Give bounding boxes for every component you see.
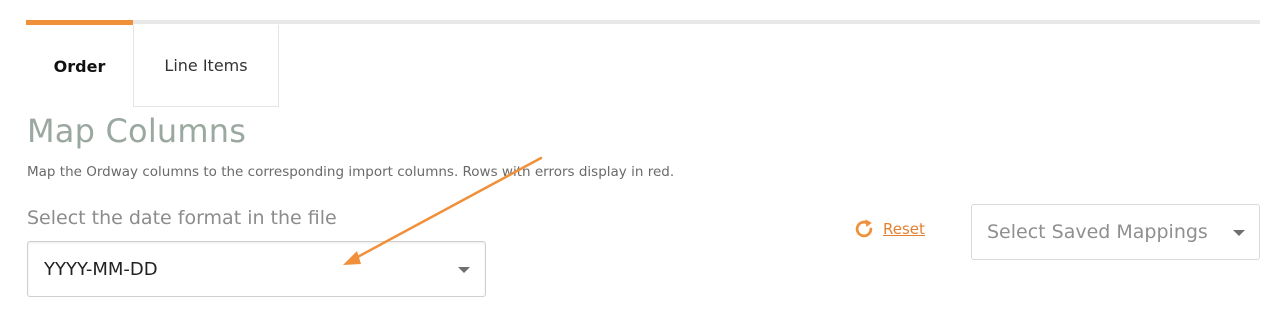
tab-strip-line bbox=[26, 20, 1260, 24]
date-format-label: Select the date format in the file bbox=[27, 207, 337, 229]
page-description: Map the Ordway columns to the correspond… bbox=[27, 164, 675, 180]
date-format-select[interactable]: YYYY-MM-DD bbox=[27, 241, 486, 297]
page-title: Map Columns bbox=[27, 112, 247, 150]
saved-mappings-placeholder: Select Saved Mappings bbox=[987, 221, 1208, 243]
tab-line-items[interactable]: Line Items bbox=[133, 25, 279, 107]
date-format-value: YYYY-MM-DD bbox=[44, 258, 158, 280]
tab-order[interactable]: Order bbox=[26, 25, 133, 107]
tab-bar: Order Line Items bbox=[26, 25, 279, 107]
tab-line-items-label: Line Items bbox=[164, 56, 248, 75]
chevron-down-icon bbox=[458, 267, 470, 273]
reset-label: Reset bbox=[883, 220, 925, 238]
tab-order-label: Order bbox=[53, 56, 106, 76]
reset-button[interactable]: Reset bbox=[853, 218, 925, 240]
saved-mappings-select[interactable]: Select Saved Mappings bbox=[971, 204, 1260, 260]
reset-icon bbox=[855, 219, 873, 238]
chevron-down-icon bbox=[1233, 230, 1245, 236]
